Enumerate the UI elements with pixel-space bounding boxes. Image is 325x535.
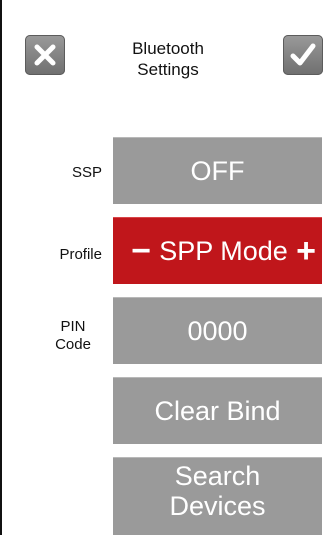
ssp-label: SSP bbox=[71, 164, 102, 181]
search-devices-button[interactable]: Search Devices bbox=[113, 457, 322, 535]
profile-value: SPP Mode bbox=[159, 235, 288, 266]
checkmark-icon bbox=[290, 43, 316, 66]
close-icon bbox=[34, 44, 56, 66]
page-title: Bluetooth Settings bbox=[98, 38, 238, 80]
cancel-button[interactable] bbox=[25, 35, 65, 75]
profile-selector: − SPP Mode + bbox=[113, 217, 322, 284]
pin-code-label: PIN Code bbox=[30, 318, 102, 354]
clear-bind-button[interactable]: Clear Bind bbox=[113, 377, 322, 444]
ssp-toggle-button[interactable]: OFF bbox=[113, 137, 322, 204]
title-line-2: Settings bbox=[137, 60, 199, 79]
profile-label: Profile bbox=[59, 246, 102, 263]
pin-code-button[interactable]: 0000 bbox=[113, 297, 322, 364]
pin-label-line-1: PIN bbox=[60, 318, 86, 335]
search-devices-line-1: Search bbox=[174, 461, 261, 491]
profile-increment-button[interactable]: + bbox=[294, 232, 318, 271]
pin-label-line-2: Code bbox=[55, 336, 91, 353]
screen-edge bbox=[0, 0, 2, 535]
search-devices-line-2: Devices bbox=[169, 491, 266, 521]
bluetooth-settings-screen: Bluetooth Settings SSP OFF Profile − SPP… bbox=[0, 0, 325, 535]
title-line-1: Bluetooth bbox=[132, 39, 204, 58]
confirm-button[interactable] bbox=[283, 35, 323, 75]
profile-decrement-button[interactable]: − bbox=[129, 232, 153, 271]
